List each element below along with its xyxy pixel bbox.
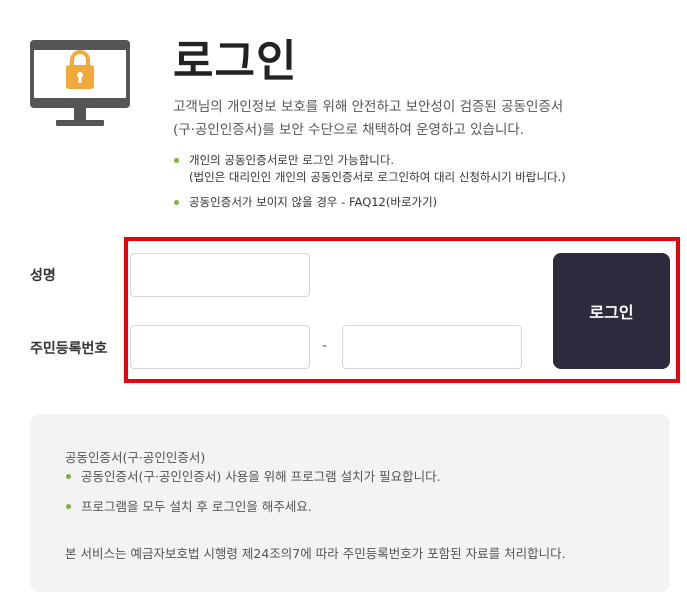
rrn-dash: - [322,338,328,354]
notice-item-1-line-2: (법인은 대리인인 개인의 공동인증서로 로그인하여 대리 신청하시기 바랍니다… [189,170,566,184]
notice-item-faq-link[interactable]: 공동인증서가 보이지 않을 경우 - FAQ12(바로가기) [173,194,673,211]
notice-list: 개인의 공동인증서로만 로그인 가능합니다. (법인은 대리인인 개인의 공동인… [173,152,673,219]
info-list: 공동인증서(구·공인인증서) 사용을 위해 프로그램 설치가 필요합니다. 프로… [65,468,441,528]
rrn-back-input[interactable] [342,325,522,369]
info-item-install: 공동인증서(구·공인인증서) 사용을 위해 프로그램 설치가 필요합니다. [65,468,441,486]
monitor-lock-icon [30,40,130,126]
notice-item-individual-cert: 개인의 공동인증서로만 로그인 가능합니다. (법인은 대리인인 개인의 공동인… [173,152,673,186]
rrn-label: 주민등록번호 [30,341,108,357]
info-footer-notice: 본 서비스는 예금자보호법 시행령 제24조의7에 따라 주민등록번호가 포함된… [65,546,566,561]
rrn-front-input[interactable] [130,325,310,369]
description-line-1: 고객님의 개인정보 보호를 위해 안전하고 보안성이 검증된 공동인증서 [173,99,564,115]
login-button[interactable]: 로그인 [553,253,670,369]
notice-item-1-line-1: 개인의 공동인증서로만 로그인 가능합니다. [189,153,395,167]
name-label: 성명 [30,268,56,284]
info-title: 공동인증서(구·공인인증서) [65,450,206,465]
page-description: 고객님의 개인정보 보호를 위해 안전하고 보안성이 검증된 공동인증서 (구·… [173,96,653,142]
description-line-2: (구·공인인증서)를 보안 수단으로 채택하여 운영하고 있습니다. [173,122,525,138]
info-panel: 공동인증서(구·공인인증서) 공동인증서(구·공인인증서) 사용을 위해 프로그… [30,414,670,592]
page-title: 로그인 [173,36,298,87]
info-item-login-after-install: 프로그램을 모두 설치 후 로그인을 해주세요. [65,498,441,516]
name-input[interactable] [130,253,310,297]
